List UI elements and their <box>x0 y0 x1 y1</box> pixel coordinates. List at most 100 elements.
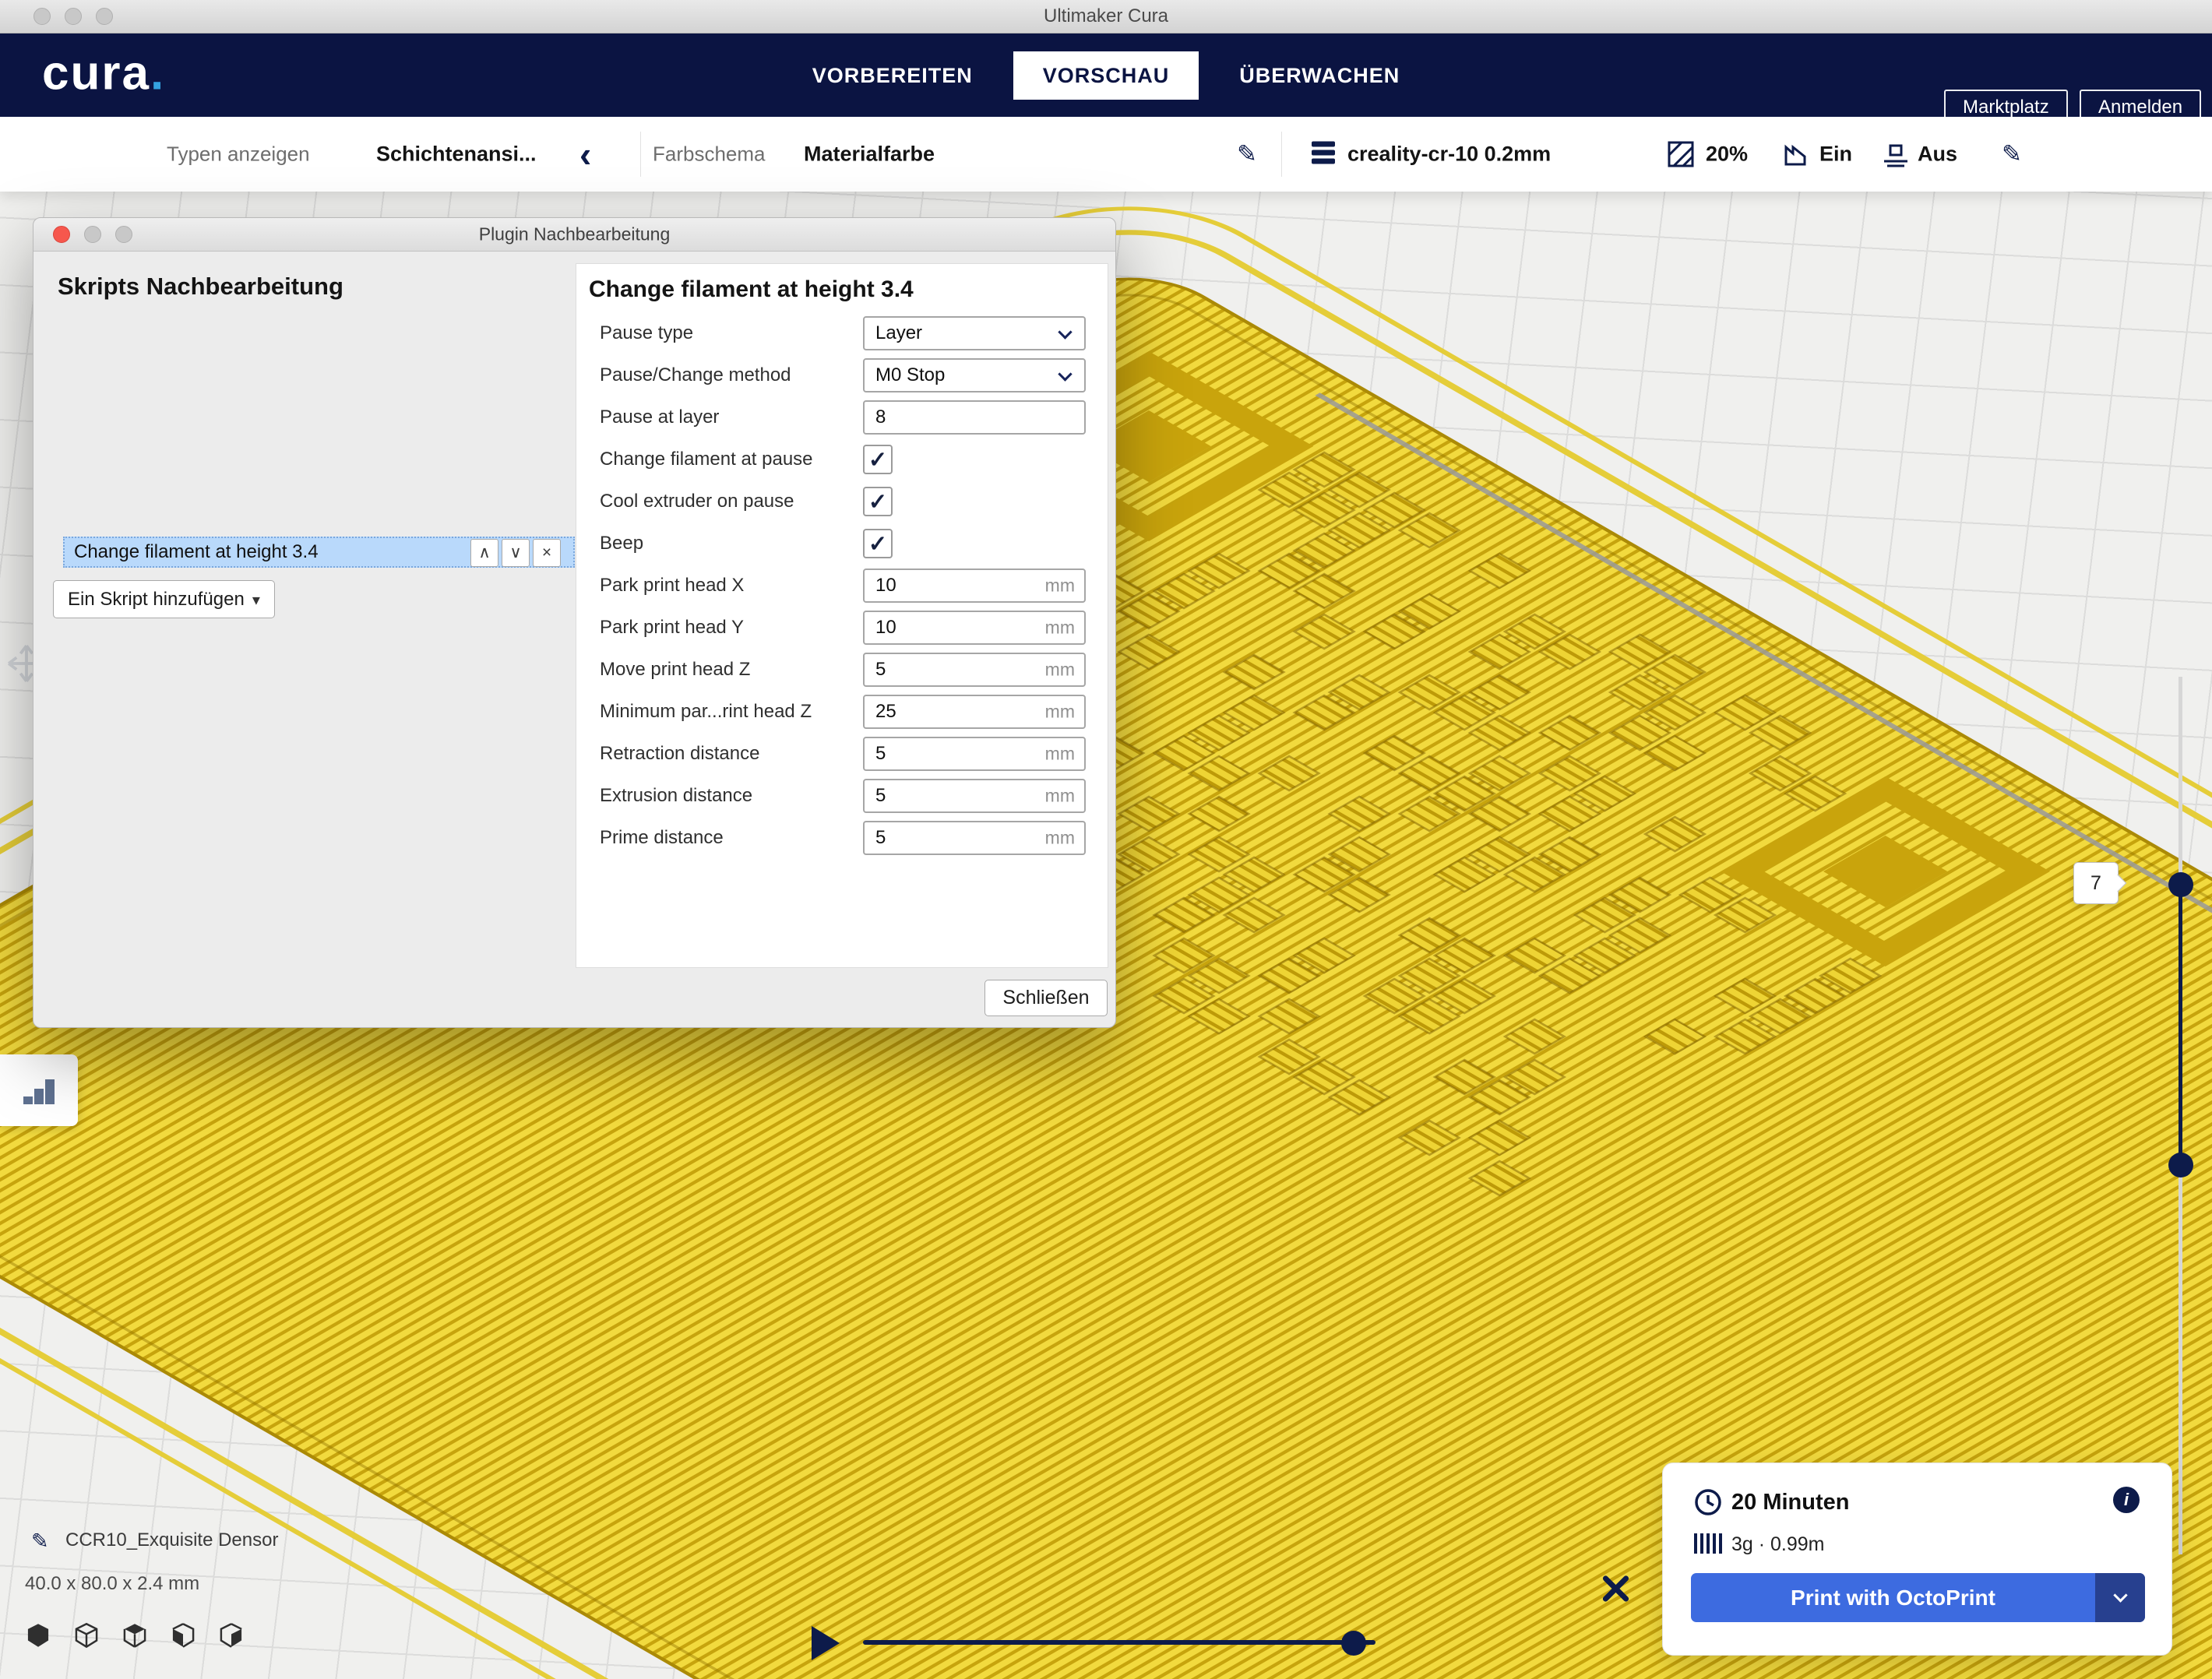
change-filament-checkbox[interactable]: ✓ <box>863 445 893 474</box>
print-options-dropdown[interactable] <box>2095 1573 2145 1622</box>
script-settings-panel: Change filament at height 3.4 Pause type… <box>576 263 1108 968</box>
checkmark-icon: ✓ <box>868 448 887 473</box>
support-value[interactable]: Ein <box>1819 143 1852 167</box>
dialog-title: Plugin Nachbearbeitung <box>33 224 1115 245</box>
layer-slider-range[interactable] <box>2179 885 2182 1165</box>
toolbar-divider <box>640 132 641 177</box>
model-dimensions: 40.0 x 80.0 x 2.4 mm <box>25 1573 199 1595</box>
cool-extruder-checkbox[interactable]: ✓ <box>863 487 893 516</box>
park-head-y-input[interactable]: 10mm <box>863 611 1086 645</box>
unit-label: mm <box>1045 618 1075 639</box>
pause-method-select[interactable]: M0 Stop <box>863 358 1086 392</box>
dialog-field-row: Cool extruder on pause ✓ <box>576 480 1108 523</box>
color-scheme-value[interactable]: Materialfarbe <box>804 143 935 167</box>
field-label: Minimum par...rint head Z <box>600 701 812 723</box>
timeline-track[interactable] <box>863 1640 1375 1645</box>
scripts-heading: Skripts Nachbearbeitung <box>58 273 343 301</box>
window-title: Ultimaker Cura <box>0 5 2212 27</box>
view-3d-button[interactable] <box>23 1621 53 1649</box>
tab-vorbereiten[interactable]: VORBEREITEN <box>783 51 1002 100</box>
collapse-chevron-icon[interactable]: ‹ <box>579 143 591 166</box>
rename-model-pencil-icon[interactable]: ✎ <box>31 1529 49 1554</box>
pause-at-layer-input[interactable]: 8 <box>863 400 1086 435</box>
camera-view-buttons <box>23 1621 246 1649</box>
pause-type-select[interactable]: Layer <box>863 316 1086 350</box>
app-root: Ultimaker Cura cura. VORBEREITEN VORSCHA… <box>0 0 2212 1679</box>
adhesion-value[interactable]: Aus <box>1918 143 1957 167</box>
dialog-field-row: Minimum par...rint head Z 25mm <box>576 691 1108 733</box>
script-list-item-selected[interactable]: Change filament at height 3.4 ∧ ∨ × <box>63 537 575 568</box>
edit-print-settings-pencil-icon[interactable]: ✎ <box>2002 140 2022 168</box>
move-script-down-button[interactable]: ∨ <box>502 539 530 567</box>
beep-checkbox[interactable]: ✓ <box>863 529 893 558</box>
min-head-z-input[interactable]: 25mm <box>863 695 1086 729</box>
field-label: Prime distance <box>600 827 724 849</box>
tab-ueberwachen[interactable]: ÜBERWACHEN <box>1210 51 1429 100</box>
dropdown-chevron-icon: ▾ <box>252 592 260 609</box>
field-label: Extrusion distance <box>600 785 752 807</box>
park-head-x-input[interactable]: 10mm <box>863 568 1086 603</box>
signin-button[interactable]: Anmelden <box>2080 90 2201 125</box>
view-top-button[interactable] <box>120 1621 150 1649</box>
dialog-close-button[interactable]: Schließen <box>984 980 1108 1016</box>
unit-label: mm <box>1045 702 1075 723</box>
dialog-field-row: Pause at layer 8 <box>576 396 1108 438</box>
unit-label: mm <box>1045 744 1075 765</box>
checkmark-icon: ✓ <box>868 490 887 515</box>
adhesion-icon <box>1882 140 1910 168</box>
prime-distance-input[interactable]: 5mm <box>863 821 1086 855</box>
layer-slider-upper-handle[interactable] <box>2168 872 2193 897</box>
dialog-field-row: Extrusion distance 5mm <box>576 775 1108 817</box>
move-head-z-input[interactable]: 5mm <box>863 653 1086 687</box>
unit-label: mm <box>1045 576 1075 597</box>
tools-icon[interactable] <box>1597 1570 1634 1607</box>
view-type-value[interactable]: Schichtenansi... <box>376 143 537 167</box>
dialog-field-row: Pause/Change methodM0 Stop <box>576 354 1108 396</box>
printer-profile-label[interactable]: creality-cr-10 0.2mm <box>1347 143 1551 167</box>
add-script-button[interactable]: Ein Skript hinzufügen▾ <box>53 580 275 618</box>
view-right-button[interactable] <box>217 1621 246 1649</box>
dialog-fields: Pause type Layer Pause/Change methodM0 Sto… <box>576 312 1108 859</box>
print-summary-card: 20 Minuten i 3g · 0.99m Print with OctoP… <box>1662 1463 2172 1656</box>
field-label: Park print head Y <box>600 617 744 639</box>
support-icon <box>1782 140 1809 168</box>
dialog-field-row: Beep ✓ <box>576 523 1108 565</box>
layer-view-tool-tile[interactable] <box>0 1054 78 1126</box>
unit-label: mm <box>1045 660 1075 681</box>
move-script-up-button[interactable]: ∧ <box>470 539 498 567</box>
field-label: Move print head Z <box>600 659 750 681</box>
extrusion-distance-input[interactable]: 5mm <box>863 779 1086 813</box>
post-processing-dialog: Plugin Nachbearbeitung Skripts Nachbearb… <box>33 217 1116 1028</box>
layer-slider-lower-handle[interactable] <box>2168 1153 2193 1177</box>
print-with-octoprint-button[interactable]: Print with OctoPrint <box>1691 1573 2145 1622</box>
marketplace-button[interactable]: Marktplatz <box>1944 90 2068 125</box>
material-usage: 3g · 0.99m <box>1731 1533 1825 1556</box>
view-front-button[interactable] <box>72 1621 101 1649</box>
layers-stairs-icon <box>20 1072 58 1109</box>
chevron-down-icon <box>1058 325 1072 339</box>
toolbar-divider <box>1281 132 1282 177</box>
infill-icon <box>1667 140 1695 168</box>
field-label: Pause at layer <box>600 407 719 428</box>
info-icon[interactable]: i <box>2113 1487 2140 1513</box>
tab-vorschau[interactable]: VORSCHAU <box>1013 51 1199 100</box>
print-time-estimate: 20 Minuten <box>1731 1490 1849 1515</box>
play-button[interactable] <box>812 1626 840 1660</box>
preview-toolbar: Typen anzeigen Schichtenansi... ‹ Farbsc… <box>0 117 2212 192</box>
script-settings-heading: Change filament at height 3.4 <box>589 276 914 303</box>
layer-height-icon <box>1312 142 1335 167</box>
color-scheme-label: Farbschema <box>653 143 766 167</box>
remove-script-button[interactable]: × <box>533 539 561 567</box>
edit-color-scheme-pencil-icon[interactable]: ✎ <box>1237 140 1257 168</box>
infill-value[interactable]: 20% <box>1706 143 1748 167</box>
view-left-button[interactable] <box>168 1621 198 1649</box>
dialog-field-row: Move print head Z 5mm <box>576 649 1108 691</box>
field-label: Cool extruder on pause <box>600 491 794 512</box>
layer-indicator-badge: 7 <box>2073 862 2119 904</box>
retraction-distance-input[interactable]: 5mm <box>863 737 1086 771</box>
stage-tabs: VORBEREITEN VORSCHAU ÜBERWACHEN <box>0 33 2212 117</box>
field-label: Pause type <box>600 322 693 344</box>
script-name: Change filament at height 3.4 <box>74 541 319 563</box>
timeline-handle[interactable] <box>1341 1631 1366 1656</box>
field-label: Beep <box>600 533 643 554</box>
